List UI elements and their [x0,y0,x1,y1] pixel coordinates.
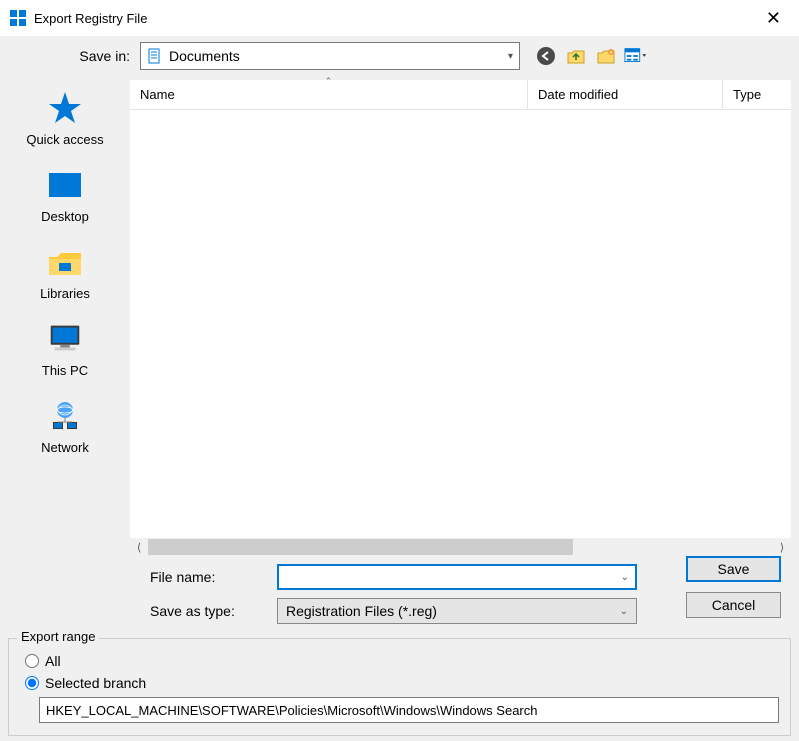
save-as-type-dropdown[interactable]: Registration Files (*.reg) ⌄ [277,598,637,624]
file-name-input[interactable]: ⌄ [277,564,637,590]
radio-selected-branch-label: Selected branch [45,675,146,691]
this-pc-icon [45,319,85,359]
column-date-modified[interactable]: Date modified [528,80,723,109]
export-range-group: Export range All Selected branch [8,638,791,736]
column-type[interactable]: Type [723,80,791,109]
radio-selected-branch-input[interactable] [25,676,39,690]
file-name-row: File name: ⌄ [140,564,686,590]
place-label: Network [41,440,89,455]
network-icon [45,396,85,436]
sort-ascending-icon: ⌃ [325,76,333,87]
column-date-label: Date modified [538,87,618,102]
save-button[interactable]: Save [686,556,781,582]
places-bar: Quick access Desktop Libraries This PC N… [0,80,130,556]
up-one-level-button[interactable] [564,44,588,68]
file-list-body[interactable] [130,110,791,538]
quick-access-icon [45,88,85,128]
cancel-button[interactable]: Cancel [686,592,781,618]
save-in-row: Save in: Documents ▾ ✦ [0,36,799,80]
place-this-pc[interactable]: This PC [0,319,130,378]
column-type-label: Type [733,87,761,102]
save-in-dropdown[interactable]: Documents ▾ [140,42,520,70]
place-quick-access[interactable]: Quick access [0,88,130,147]
desktop-icon [45,165,85,205]
place-label: This PC [42,363,88,378]
new-folder-button[interactable]: ✦ [594,44,618,68]
chevron-down-icon: ▾ [508,51,513,62]
file-list-area: Name ⌃ Date modified Type ⟨ ⟩ [130,80,791,556]
branch-path-input[interactable] [39,697,779,723]
close-button[interactable]: ✕ [758,8,789,29]
libraries-icon [45,242,85,282]
radio-selected-branch[interactable]: Selected branch [25,675,774,691]
window-title: Export Registry File [34,11,758,26]
place-label: Quick access [26,132,103,147]
documents-icon [147,48,163,64]
chevron-down-icon: ⌄ [621,572,629,583]
column-name-label: Name [140,87,175,102]
horizontal-scrollbar[interactable]: ⟨ ⟩ [130,538,791,556]
back-button[interactable] [534,44,558,68]
chevron-down-icon: ⌄ [620,606,628,617]
column-name[interactable]: Name ⌃ [130,80,528,109]
app-icon [10,10,26,26]
place-label: Desktop [41,209,89,224]
radio-all[interactable]: All [25,653,774,669]
save-in-value: Documents [169,48,508,64]
place-desktop[interactable]: Desktop [0,165,130,224]
bottom-controls: File name: ⌄ Save as type: Registration … [0,556,799,632]
place-network[interactable]: Network [0,396,130,455]
save-as-type-label: Save as type: [140,603,275,619]
export-range-legend: Export range [17,629,99,644]
scroll-left-arrow[interactable]: ⟨ [130,541,148,554]
save-as-type-value: Registration Files (*.reg) [286,603,437,619]
scroll-track[interactable] [148,539,773,555]
main-area: Quick access Desktop Libraries This PC N… [0,80,799,556]
save-as-type-row: Save as type: Registration Files (*.reg)… [140,598,686,624]
radio-all-label: All [45,653,61,669]
file-name-label: File name: [140,569,275,585]
list-header: Name ⌃ Date modified Type [130,80,791,110]
place-label: Libraries [40,286,90,301]
radio-all-input[interactable] [25,654,39,668]
svg-text:✦: ✦ [609,50,613,56]
view-menu-button[interactable] [624,44,648,68]
save-in-label: Save in: [0,48,130,64]
titlebar: Export Registry File ✕ [0,0,799,36]
place-libraries[interactable]: Libraries [0,242,130,301]
scroll-thumb[interactable] [148,539,573,555]
scroll-right-arrow[interactable]: ⟩ [773,541,791,554]
nav-icons: ✦ [534,44,648,68]
